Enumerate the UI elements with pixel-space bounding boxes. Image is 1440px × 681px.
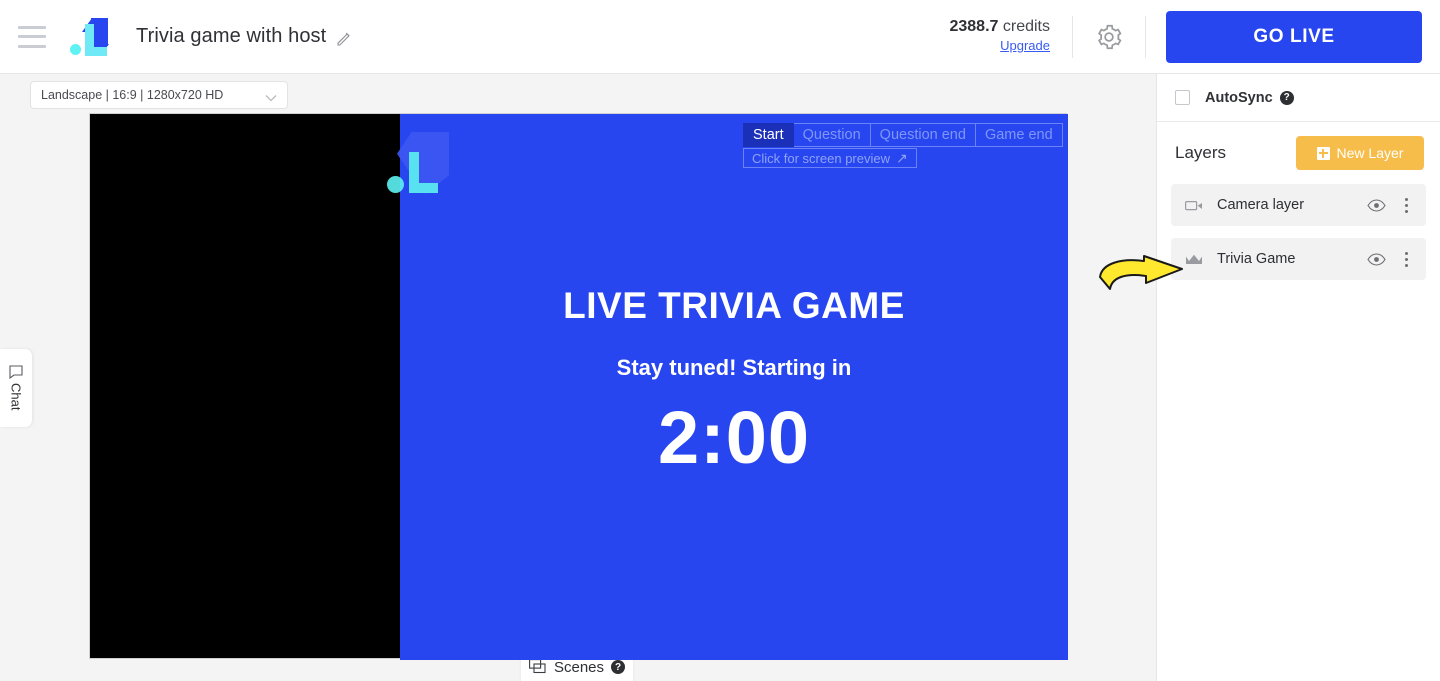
aspect-ratio-select[interactable]: Landscape | 16:9 | 1280x720 HD: [30, 81, 288, 109]
tab-scenes-label: Scenes: [553, 658, 605, 676]
new-layer-button[interactable]: New Layer: [1296, 136, 1424, 170]
layers-title: Layers: [1175, 143, 1227, 162]
preview-canvas[interactable]: LIVE TRIVIA GAME Stay tuned! Starting in…: [89, 113, 1068, 660]
eye-icon[interactable]: [1367, 252, 1386, 266]
workspace-area: Landscape | 16:9 | 1280x720 HD Guests ? …: [0, 74, 1157, 681]
upgrade-link[interactable]: Upgrade: [1000, 38, 1050, 54]
stage-title: LIVE TRIVIA GAME: [563, 284, 905, 326]
chat-bubble-icon: [8, 365, 24, 380]
header-right-group: 2388.7 credits Upgrade GO LIVE: [949, 0, 1440, 74]
new-layer-label: New Layer: [1336, 145, 1404, 161]
layer-name: Camera layer: [1217, 197, 1305, 213]
layer-name: Trivia Game: [1217, 251, 1296, 267]
stage-countdown-timer: 2:00: [657, 395, 811, 479]
tab-chat[interactable]: Chat: [0, 349, 32, 427]
app-logo-icon: [68, 14, 116, 60]
external-link-arrow-icon: ↗: [896, 149, 908, 166]
tab-chat-label: Chat: [8, 383, 24, 411]
stage-subtitle: Stay tuned! Starting in: [616, 354, 852, 380]
kebab-menu-icon[interactable]: [1398, 250, 1414, 268]
go-live-button[interactable]: GO LIVE: [1166, 10, 1422, 63]
screen-preview-button[interactable]: Click for screen preview ↗: [743, 148, 917, 168]
credits-label: credits: [1002, 18, 1050, 36]
scene-tab-question[interactable]: Question: [793, 123, 871, 147]
screen-preview-label: Click for screen preview: [752, 150, 890, 166]
layer-actions: [1367, 250, 1414, 268]
gear-icon[interactable]: [1073, 0, 1145, 74]
page-title: Trivia game with host: [136, 25, 327, 47]
scene-tab-start[interactable]: Start: [743, 123, 794, 147]
header-divider-right: [1145, 15, 1146, 58]
kebab-menu-icon[interactable]: [1398, 196, 1414, 214]
eye-icon[interactable]: [1367, 198, 1386, 212]
credits-block: 2388.7 credits Upgrade: [949, 18, 1072, 55]
autosync-label: AutoSync: [1205, 89, 1273, 106]
layer-row-trivia-game[interactable]: Trivia Game: [1171, 238, 1426, 280]
scene-tab-game-end[interactable]: Game end: [975, 123, 1063, 147]
question-mark-icon[interactable]: ?: [1279, 90, 1294, 105]
autosync-checkbox[interactable]: [1175, 90, 1190, 105]
scene-tab-question-end[interactable]: Question end: [870, 123, 976, 147]
crown-icon: [1185, 253, 1203, 266]
app-header: Trivia game with host 2388.7 credits Upg…: [0, 0, 1440, 74]
credits-line: 2388.7 credits: [949, 18, 1050, 36]
pencil-edit-icon[interactable]: [336, 31, 352, 47]
hamburger-menu-icon[interactable]: [18, 25, 46, 48]
autosync-row[interactable]: AutoSync ?: [1157, 74, 1440, 122]
stage-content: LIVE TRIVIA GAME Stay tuned! Starting in…: [400, 114, 1068, 660]
chevron-down-icon: [265, 91, 277, 102]
plus-square-icon: [1316, 146, 1330, 160]
layer-row-camera[interactable]: Camera layer: [1171, 184, 1426, 226]
aspect-ratio-value: Landscape | 16:9 | 1280x720 HD: [41, 88, 224, 102]
camera-icon: [1185, 199, 1203, 212]
right-sidebar: AutoSync ? Layers New Layer Camera layer: [1157, 74, 1440, 681]
scenes-stack-icon: [529, 659, 547, 675]
app-root: Trivia game with host 2388.7 credits Upg…: [0, 0, 1440, 681]
scene-tab-strip: Start Question Question end Game end: [743, 123, 1063, 147]
question-mark-icon[interactable]: ?: [611, 660, 626, 674]
layer-actions: [1367, 196, 1414, 214]
credits-amount: 2388.7: [949, 18, 999, 36]
layers-header: Layers New Layer: [1157, 122, 1440, 184]
